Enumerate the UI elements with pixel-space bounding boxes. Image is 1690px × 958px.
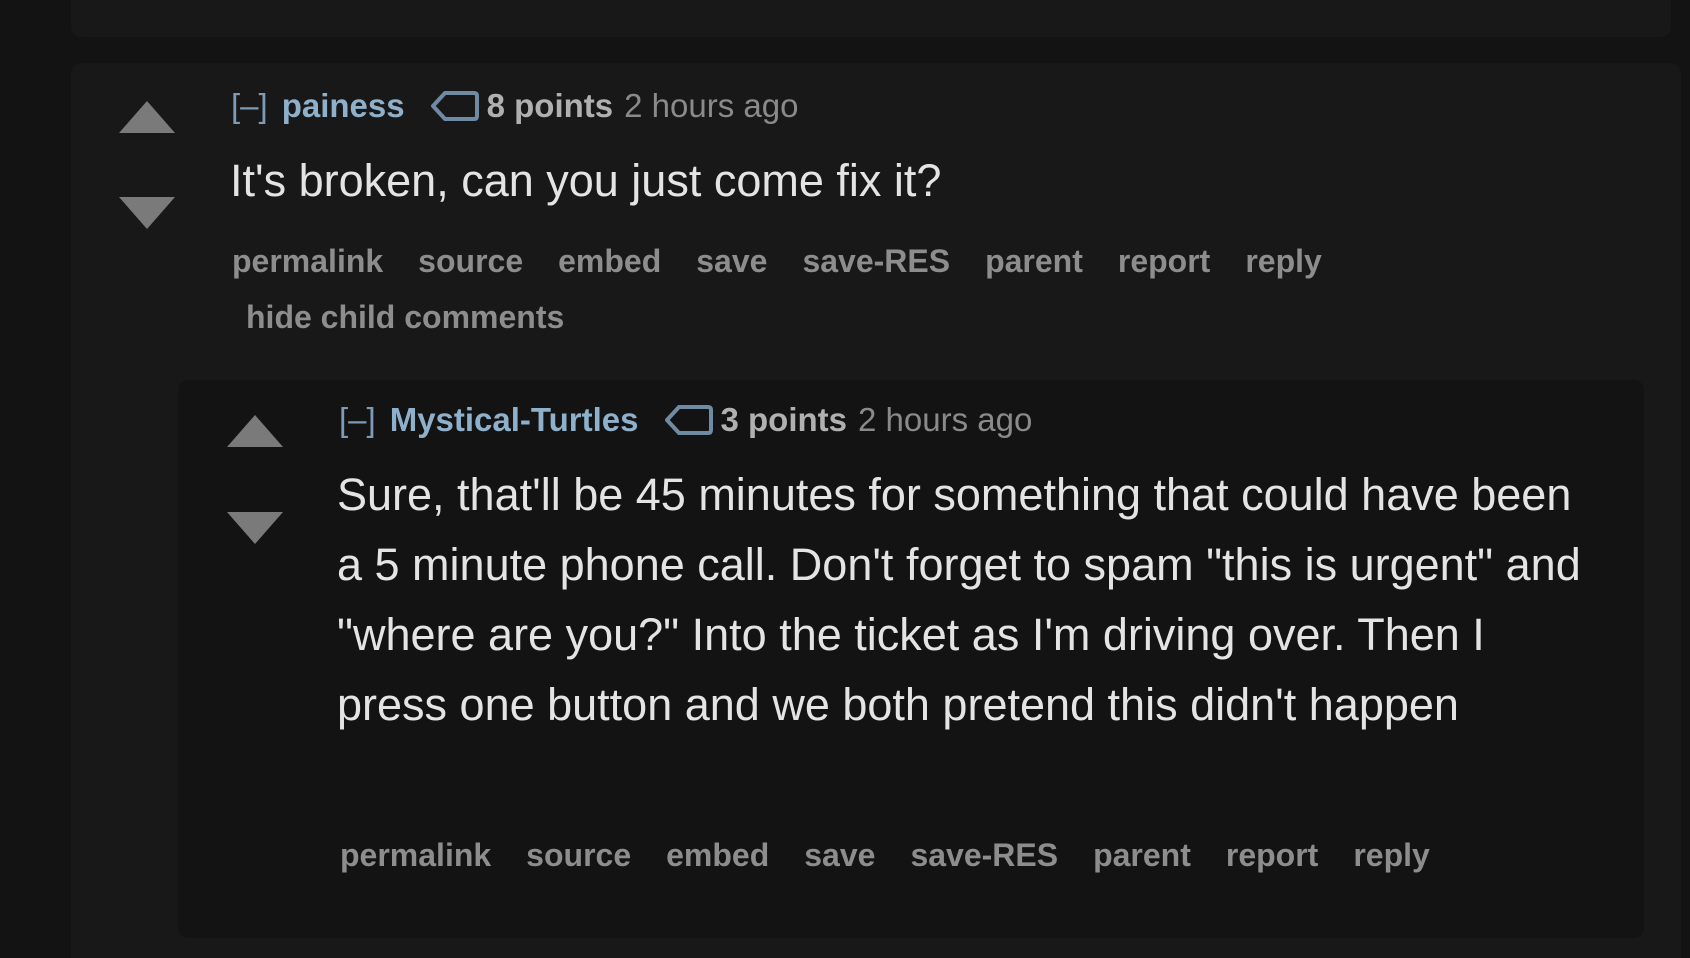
collapse-toggle[interactable]: [–] <box>231 86 268 126</box>
comment-extra-actions: hide child comments <box>246 297 599 337</box>
embed-link[interactable]: embed <box>666 835 769 875</box>
reply-link[interactable]: reply <box>1353 835 1429 875</box>
comment-points: 8 points <box>486 87 614 124</box>
comment-actions: permalink source embed save save-RES par… <box>232 241 1432 281</box>
reply-link[interactable]: reply <box>1245 241 1321 281</box>
save-res-link[interactable]: save-RES <box>910 835 1058 875</box>
comment-body: Sure, that'll be 45 minutes for somethin… <box>337 469 1581 730</box>
collapse-toggle[interactable]: [–] <box>339 400 376 440</box>
user-tag-icon[interactable] <box>664 404 713 436</box>
parent-link[interactable]: parent <box>1093 835 1191 875</box>
upvote-arrow-icon[interactable] <box>118 100 176 134</box>
upvote-arrow-icon[interactable] <box>226 414 284 448</box>
comment-age: 2 hours ago <box>858 401 1033 438</box>
comment-author[interactable]: Mystical-Turtles <box>390 400 639 440</box>
comment-header: [–] Mystical-Turtles 3 points 2 hours ag… <box>339 400 1032 440</box>
comment-thread-page: [–] painess 8 points 2 hours ago It's br… <box>0 0 1690 958</box>
comment-header: [–] painess 8 points 2 hours ago <box>231 86 798 126</box>
permalink-link[interactable]: permalink <box>340 835 491 875</box>
comment-body: It's broken, can you just come fix it? <box>230 155 942 206</box>
comment-actions: permalink source embed save save-RES par… <box>340 835 1600 875</box>
report-link[interactable]: report <box>1118 241 1210 281</box>
report-link[interactable]: report <box>1226 835 1318 875</box>
previous-comment-card <box>71 0 1671 37</box>
save-link[interactable]: save <box>804 835 875 875</box>
permalink-link[interactable]: permalink <box>232 241 383 281</box>
source-link[interactable]: source <box>418 241 523 281</box>
save-link[interactable]: save <box>696 241 767 281</box>
user-tag-icon[interactable] <box>430 90 479 122</box>
comment-author[interactable]: painess <box>282 86 405 126</box>
source-link[interactable]: source <box>526 835 631 875</box>
embed-link[interactable]: embed <box>558 241 661 281</box>
downvote-arrow-icon[interactable] <box>226 511 284 545</box>
parent-link[interactable]: parent <box>985 241 1083 281</box>
hide-child-comments-link[interactable]: hide child comments <box>246 297 564 337</box>
downvote-arrow-icon[interactable] <box>118 196 176 230</box>
comment-age: 2 hours ago <box>624 87 799 124</box>
save-res-link[interactable]: save-RES <box>802 241 950 281</box>
comment-points: 3 points <box>720 401 848 438</box>
